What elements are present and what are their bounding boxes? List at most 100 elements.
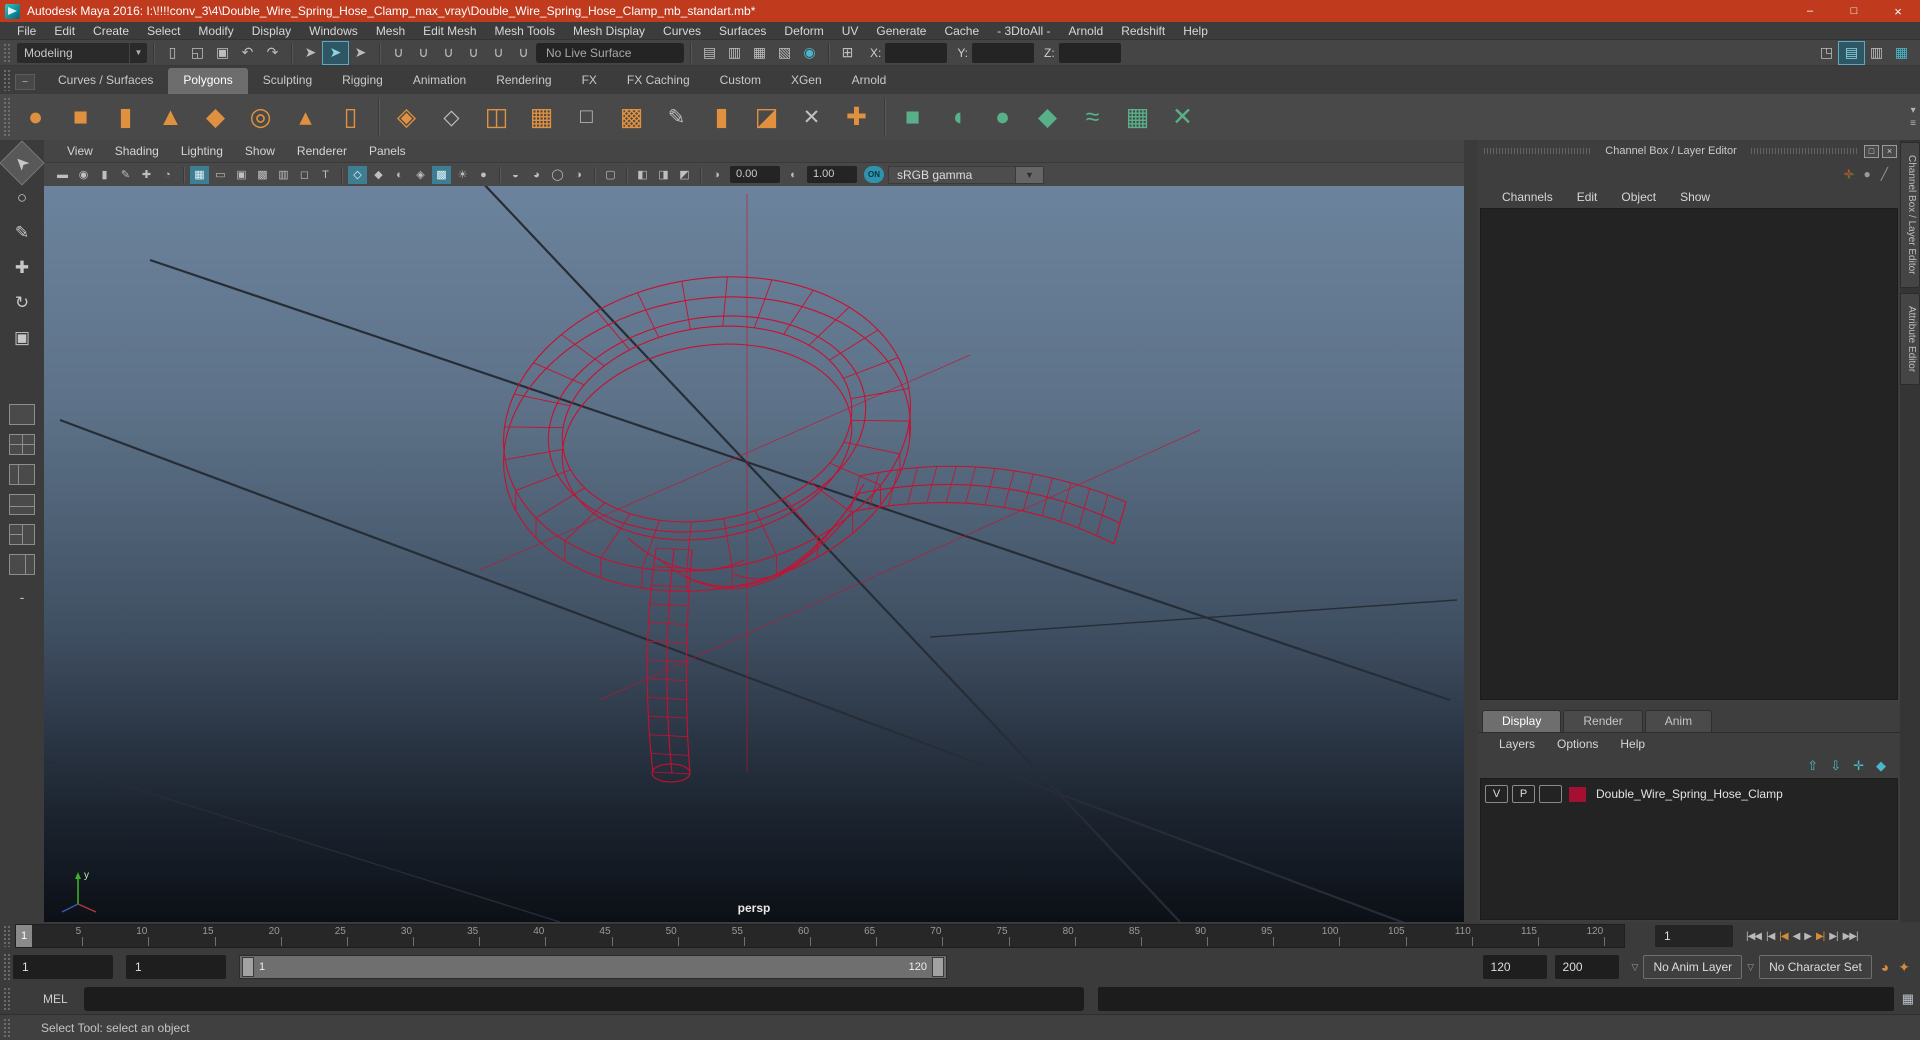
depth-of-field-icon[interactable]: ◑ [569, 166, 588, 184]
resolution-gate-icon[interactable]: ▣ [232, 166, 251, 184]
poly-cone-icon[interactable]: ▲ [148, 96, 193, 138]
drag-handle[interactable] [3, 69, 10, 91]
step-back-key-button[interactable]: |◀ [1778, 925, 1788, 947]
rotate-tool-icon[interactable]: ↻ [7, 288, 37, 318]
extrude-icon[interactable]: ▮ [699, 96, 744, 138]
shelf-tab[interactable]: Arnold [837, 68, 902, 94]
channel-list-area[interactable] [1480, 208, 1898, 700]
camera-attributes-icon[interactable]: ◉ [74, 166, 93, 184]
panel-menu-item[interactable]: Lighting [170, 144, 234, 158]
split-icon[interactable]: ◫ [474, 96, 519, 138]
snap-to-view-plane-icon[interactable]: ∪ [486, 42, 511, 64]
move-layer-up-icon[interactable]: ⇧ [1807, 758, 1818, 774]
selection-highlight-icon[interactable]: ◩ [675, 166, 694, 184]
menu-item[interactable]: Edit [45, 22, 84, 40]
make-live-icon[interactable]: ∪ [511, 42, 536, 64]
automatic-mapping-icon[interactable]: ◆ [1025, 96, 1070, 138]
contour-stretch-icon[interactable]: ≈ [1070, 96, 1115, 138]
use-lights-icon[interactable]: ☀ [453, 166, 472, 184]
ipr-render-icon[interactable]: ▦ [747, 42, 772, 64]
menu-item[interactable]: Create [84, 22, 138, 40]
drag-handle[interactable] [3, 987, 10, 1011]
layer-playback-toggle[interactable]: P [1512, 785, 1535, 803]
select-object-icon[interactable]: ➤ [322, 40, 349, 65]
go-to-start-button[interactable]: |◀◀ [1745, 925, 1762, 947]
isolate-select-icon[interactable]: ▢ [601, 166, 620, 184]
shelf-overflow-icon[interactable]: ▾ [1911, 105, 1916, 116]
uv-editor-icon[interactable]: ▦ [1115, 96, 1160, 138]
drag-handle[interactable] [1484, 148, 1592, 154]
modeling-toolkit-icon[interactable]: ◳ [1814, 42, 1839, 64]
hypershade-persp-layout-button[interactable] [9, 524, 35, 545]
cut-sew-uv-icon[interactable]: ✕ [1160, 96, 1205, 138]
collapse-toolbox-button[interactable]: - [20, 589, 25, 605]
layer-editor-tab[interactable]: Render [1563, 710, 1643, 732]
layer-menu-item[interactable]: Options [1546, 737, 1609, 751]
shelf-tab[interactable]: Curves / Surfaces [43, 68, 168, 94]
script-editor-icon[interactable]: ▦ [1902, 991, 1914, 1007]
combine-icon[interactable]: ◈ [384, 96, 429, 138]
textured-icon[interactable]: ▩ [432, 165, 451, 184]
grid-target-icon[interactable]: ⊞ [835, 42, 860, 64]
xray-icon[interactable]: ◧ [633, 166, 652, 184]
multisample-icon[interactable]: ◯ [548, 166, 567, 184]
gamma-field[interactable]: 1.00 [807, 166, 857, 183]
close-panel-icon[interactable]: × [1882, 144, 1897, 158]
move-tool-icon[interactable]: ✚ [7, 253, 37, 283]
safe-action-icon[interactable]: ◻ [295, 166, 314, 184]
live-surface-field[interactable]: No Live Surface [536, 42, 684, 63]
slash-icon[interactable]: ╱ [1881, 167, 1888, 181]
layer-editor-tab[interactable]: Display [1482, 710, 1562, 732]
menu-item[interactable]: UV [833, 22, 868, 40]
film-gate-icon[interactable]: ▭ [211, 166, 230, 184]
wireframe-on-shaded-icon[interactable]: ◇ [348, 165, 367, 184]
time-slider-ruler[interactable]: 1 5 10 15 20 25 30 35 40 45 50 55 60 65 70 75 80 85 90 95 1… [15, 924, 1625, 948]
channel-box-menu-item[interactable]: Object [1609, 190, 1668, 204]
safe-title-icon[interactable]: T [316, 166, 335, 184]
multi-cut-icon[interactable]: ✕ [789, 96, 834, 138]
step-forward-frame-button[interactable]: ▶| [1828, 925, 1838, 947]
sphere-icon[interactable]: ● [1864, 167, 1871, 181]
grid-icon[interactable]: ▦ [190, 165, 209, 184]
shelf-tab[interactable]: FX Caching [612, 68, 705, 94]
drag-handle[interactable] [3, 925, 10, 947]
image-plane-icon[interactable]: ✎ [116, 166, 135, 184]
select-component-icon[interactable]: ➤ [348, 42, 373, 64]
panel-menu-item[interactable]: Renderer [286, 144, 358, 158]
color-management-toggle[interactable]: ON [864, 166, 884, 183]
viewport-canvas[interactable]: y persp [44, 186, 1464, 922]
menu-set-selector[interactable]: Modeling [17, 42, 129, 63]
motion-blur-icon[interactable]: ◕ [527, 166, 546, 184]
poly-cube-icon[interactable]: ■ [58, 96, 103, 138]
channel-box-menu-item[interactable]: Show [1668, 190, 1722, 204]
poly-pyramid-icon[interactable]: ▴ [283, 96, 328, 138]
menu-item[interactable]: Mesh [367, 22, 414, 40]
chevron-down-icon[interactable]: ▽ [1747, 962, 1754, 973]
attribute-editor-icon[interactable]: ▤ [1838, 40, 1865, 65]
tool-settings-icon[interactable]: ▥ [1864, 42, 1889, 64]
scale-tool-icon[interactable]: ▣ [7, 323, 37, 353]
layer-display-type-toggle[interactable] [1539, 785, 1562, 803]
xray-joints-icon[interactable]: ◨ [654, 166, 673, 184]
select-hierarchy-icon[interactable]: ➤ [298, 42, 323, 64]
drag-handle[interactable] [3, 953, 10, 981]
close-button[interactable]: × [1876, 0, 1920, 22]
shelf-tab[interactable]: XGen [776, 68, 837, 94]
chevron-down-icon[interactable]: ▼ [1016, 165, 1044, 184]
snap-to-point-icon[interactable]: ∪ [436, 42, 461, 64]
drag-handle[interactable] [3, 97, 10, 137]
play-backwards-button[interactable]: ◀ [1792, 925, 1801, 947]
menu-item[interactable]: Redshift [1112, 22, 1174, 40]
axis-tripod-icon[interactable]: ✛ [1843, 167, 1853, 181]
layer-menu-item[interactable]: Help [1609, 737, 1656, 751]
character-set-select[interactable]: No Character Set [1759, 955, 1872, 979]
menu-item[interactable]: Mesh Tools [486, 22, 564, 40]
lasso-tool-icon[interactable]: ○ [7, 183, 37, 213]
panel-menu-item[interactable]: View [56, 144, 104, 158]
current-frame-field[interactable]: 1 [1655, 925, 1733, 947]
snap-to-curve-icon[interactable]: ∪ [411, 42, 436, 64]
crease-tool-icon[interactable]: ✎ [654, 96, 699, 138]
menu-item[interactable]: Generate [867, 22, 935, 40]
colorspace-select[interactable]: sRGB gamma [888, 165, 1016, 184]
playback-start-field[interactable]: 1 [13, 955, 113, 979]
